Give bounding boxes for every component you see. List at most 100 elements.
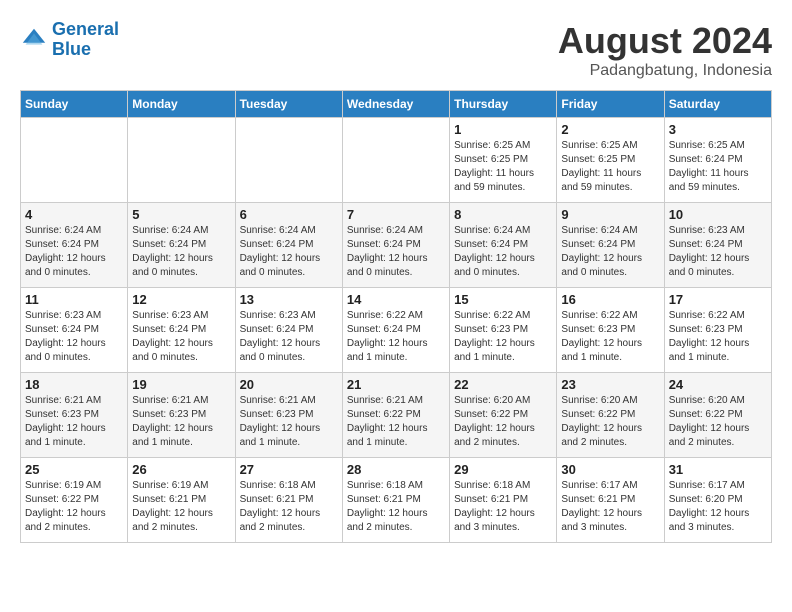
day-number: 5	[132, 207, 230, 222]
logo: General Blue	[20, 20, 119, 60]
table-row: 11 Sunrise: 6:23 AM Sunset: 6:24 PM Dayli…	[21, 288, 128, 373]
day-info: Sunrise: 6:24 AM Sunset: 6:24 PM Dayligh…	[240, 224, 338, 280]
day-info: Sunrise: 6:18 AM Sunset: 6:21 PM Dayligh…	[240, 479, 338, 535]
day-number: 26	[132, 462, 230, 477]
day-info: Sunrise: 6:25 AM Sunset: 6:25 PM Dayligh…	[561, 139, 659, 195]
day-number: 27	[240, 462, 338, 477]
table-row: 20 Sunrise: 6:21 AM Sunset: 6:23 PM Dayli…	[235, 373, 342, 458]
table-row: 30 Sunrise: 6:17 AM Sunset: 6:21 PM Dayli…	[557, 458, 664, 543]
day-info: Sunrise: 6:17 AM Sunset: 6:20 PM Dayligh…	[669, 479, 767, 535]
day-number: 29	[454, 462, 552, 477]
day-info: Sunrise: 6:21 AM Sunset: 6:23 PM Dayligh…	[132, 394, 230, 450]
calendar-header-row: Sunday Monday Tuesday Wednesday Thursday…	[21, 91, 772, 118]
table-row: 31 Sunrise: 6:17 AM Sunset: 6:20 PM Dayli…	[664, 458, 771, 543]
table-row: 24Sunrise: 6:20 AM Sunset: 6:22 PM Dayli…	[664, 373, 771, 458]
day-number: 22	[454, 377, 552, 392]
subtitle: Padangbatung, Indonesia	[558, 62, 772, 80]
day-number: 17	[669, 292, 767, 307]
calendar-week-3: 11 Sunrise: 6:23 AM Sunset: 6:24 PM Dayli…	[21, 288, 772, 373]
page-header: General Blue August 2024 Padangbatung, I…	[20, 20, 772, 80]
table-row: 15Sunrise: 6:22 AM Sunset: 6:23 PM Dayli…	[450, 288, 557, 373]
logo-general: General	[52, 19, 119, 39]
day-info: Sunrise: 6:17 AM Sunset: 6:21 PM Dayligh…	[561, 479, 659, 535]
table-row: 28Sunrise: 6:18 AM Sunset: 6:21 PM Dayli…	[342, 458, 449, 543]
day-info: Sunrise: 6:22 AM Sunset: 6:24 PM Dayligh…	[347, 309, 445, 365]
table-row: 23Sunrise: 6:20 AM Sunset: 6:22 PM Dayli…	[557, 373, 664, 458]
calendar-week-1: 1 Sunrise: 6:25 AM Sunset: 6:25 PM Daylig…	[21, 118, 772, 203]
day-info: Sunrise: 6:24 AM Sunset: 6:24 PM Dayligh…	[132, 224, 230, 280]
table-row: 25Sunrise: 6:19 AM Sunset: 6:22 PM Dayli…	[21, 458, 128, 543]
table-row: 19Sunrise: 6:21 AM Sunset: 6:23 PM Dayli…	[128, 373, 235, 458]
col-sunday: Sunday	[21, 91, 128, 118]
table-row: 12Sunrise: 6:23 AM Sunset: 6:24 PM Dayli…	[128, 288, 235, 373]
table-row	[21, 118, 128, 203]
day-info: Sunrise: 6:23 AM Sunset: 6:24 PM Dayligh…	[240, 309, 338, 365]
table-row: 9 Sunrise: 6:24 AM Sunset: 6:24 PM Daylig…	[557, 203, 664, 288]
day-info: Sunrise: 6:18 AM Sunset: 6:21 PM Dayligh…	[347, 479, 445, 535]
day-info: Sunrise: 6:20 AM Sunset: 6:22 PM Dayligh…	[669, 394, 767, 450]
col-thursday: Thursday	[450, 91, 557, 118]
day-info: Sunrise: 6:21 AM Sunset: 6:22 PM Dayligh…	[347, 394, 445, 450]
table-row: 29 Sunrise: 6:18 AM Sunset: 6:21 PM Dayli…	[450, 458, 557, 543]
day-number: 14	[347, 292, 445, 307]
day-info: Sunrise: 6:20 AM Sunset: 6:22 PM Dayligh…	[454, 394, 552, 450]
day-number: 7	[347, 207, 445, 222]
day-number: 16	[561, 292, 659, 307]
logo-icon	[20, 26, 48, 54]
day-info: Sunrise: 6:21 AM Sunset: 6:23 PM Dayligh…	[240, 394, 338, 450]
day-info: Sunrise: 6:25 AM Sunset: 6:24 PM Dayligh…	[669, 139, 767, 195]
day-info: Sunrise: 6:24 AM Sunset: 6:24 PM Dayligh…	[454, 224, 552, 280]
day-info: Sunrise: 6:19 AM Sunset: 6:21 PM Dayligh…	[132, 479, 230, 535]
table-row: 22 Sunrise: 6:20 AM Sunset: 6:22 PM Dayli…	[450, 373, 557, 458]
day-number: 4	[25, 207, 123, 222]
calendar-week-2: 4 Sunrise: 6:24 AM Sunset: 6:24 PM Daylig…	[21, 203, 772, 288]
calendar-table: Sunday Monday Tuesday Wednesday Thursday…	[20, 90, 772, 543]
col-wednesday: Wednesday	[342, 91, 449, 118]
table-row: 21 Sunrise: 6:21 AM Sunset: 6:22 PM Dayli…	[342, 373, 449, 458]
table-row	[342, 118, 449, 203]
day-number: 9	[561, 207, 659, 222]
day-number: 20	[240, 377, 338, 392]
day-info: Sunrise: 6:22 AM Sunset: 6:23 PM Dayligh…	[669, 309, 767, 365]
table-row: 6 Sunrise: 6:24 AM Sunset: 6:24 PM Daylig…	[235, 203, 342, 288]
table-row: 4 Sunrise: 6:24 AM Sunset: 6:24 PM Daylig…	[21, 203, 128, 288]
day-number: 25	[25, 462, 123, 477]
day-number: 2	[561, 122, 659, 137]
calendar-week-5: 25Sunrise: 6:19 AM Sunset: 6:22 PM Dayli…	[21, 458, 772, 543]
col-tuesday: Tuesday	[235, 91, 342, 118]
table-row: 14 Sunrise: 6:22 AM Sunset: 6:24 PM Dayli…	[342, 288, 449, 373]
table-row: 2 Sunrise: 6:25 AM Sunset: 6:25 PM Daylig…	[557, 118, 664, 203]
col-friday: Friday	[557, 91, 664, 118]
table-row: 10 Sunrise: 6:23 AM Sunset: 6:24 PM Dayli…	[664, 203, 771, 288]
day-number: 15	[454, 292, 552, 307]
table-row: 17 Sunrise: 6:22 AM Sunset: 6:23 PM Dayli…	[664, 288, 771, 373]
day-info: Sunrise: 6:24 AM Sunset: 6:24 PM Dayligh…	[561, 224, 659, 280]
day-info: Sunrise: 6:23 AM Sunset: 6:24 PM Dayligh…	[25, 309, 123, 365]
day-info: Sunrise: 6:22 AM Sunset: 6:23 PM Dayligh…	[561, 309, 659, 365]
day-info: Sunrise: 6:23 AM Sunset: 6:24 PM Dayligh…	[669, 224, 767, 280]
day-number: 13	[240, 292, 338, 307]
day-info: Sunrise: 6:24 AM Sunset: 6:24 PM Dayligh…	[25, 224, 123, 280]
day-info: Sunrise: 6:18 AM Sunset: 6:21 PM Dayligh…	[454, 479, 552, 535]
table-row: 5 Sunrise: 6:24 AM Sunset: 6:24 PM Daylig…	[128, 203, 235, 288]
day-info: Sunrise: 6:25 AM Sunset: 6:25 PM Dayligh…	[454, 139, 552, 195]
table-row: 26 Sunrise: 6:19 AM Sunset: 6:21 PM Dayli…	[128, 458, 235, 543]
col-monday: Monday	[128, 91, 235, 118]
day-info: Sunrise: 6:23 AM Sunset: 6:24 PM Dayligh…	[132, 309, 230, 365]
table-row: 13 Sunrise: 6:23 AM Sunset: 6:24 PM Dayli…	[235, 288, 342, 373]
day-number: 18	[25, 377, 123, 392]
day-number: 10	[669, 207, 767, 222]
table-row: 18Sunrise: 6:21 AM Sunset: 6:23 PM Dayli…	[21, 373, 128, 458]
logo-text: General Blue	[52, 20, 119, 60]
main-title: August 2024	[558, 20, 772, 62]
day-number: 6	[240, 207, 338, 222]
day-number: 31	[669, 462, 767, 477]
table-row: 27 Sunrise: 6:18 AM Sunset: 6:21 PM Dayli…	[235, 458, 342, 543]
day-number: 30	[561, 462, 659, 477]
title-block: August 2024 Padangbatung, Indonesia	[558, 20, 772, 80]
day-number: 21	[347, 377, 445, 392]
day-number: 1	[454, 122, 552, 137]
table-row	[235, 118, 342, 203]
day-number: 11	[25, 292, 123, 307]
table-row: 7Sunrise: 6:24 AM Sunset: 6:24 PM Daylig…	[342, 203, 449, 288]
